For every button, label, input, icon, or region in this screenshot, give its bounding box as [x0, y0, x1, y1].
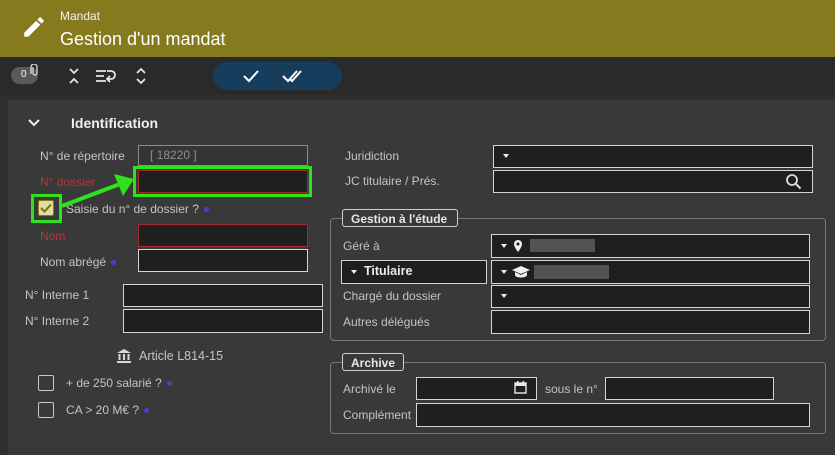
- juridiction-select[interactable]: [493, 145, 813, 168]
- bank-icon: [117, 349, 131, 363]
- article-label: Article L814-15: [139, 349, 224, 363]
- nom-abrege-label: Nom abrégé: [40, 255, 117, 269]
- caret-down-icon: [503, 154, 509, 158]
- nom-input[interactable]: [138, 224, 308, 247]
- paperclip-icon: [30, 64, 38, 76]
- titulaire-select[interactable]: [491, 260, 810, 284]
- archive-date-input[interactable]: [416, 377, 537, 400]
- redo-list-icon[interactable]: [95, 68, 117, 84]
- salaries-label: + de 250 salarié ?: [66, 376, 172, 390]
- app-header: Mandat Gestion d'un mandat: [0, 0, 835, 57]
- attachments-button[interactable]: 0: [11, 64, 38, 84]
- complement-label: Complément: [343, 408, 412, 422]
- archive-number-input[interactable]: [605, 377, 774, 400]
- graduation-cap-icon: [512, 266, 530, 278]
- info-dot-icon[interactable]: [144, 408, 150, 414]
- highlight-box-dossier: [133, 166, 312, 197]
- nom-label: Nom: [40, 229, 66, 243]
- interne1-label: N° Interne 1: [25, 288, 90, 302]
- interne2-input[interactable]: [123, 309, 323, 333]
- jc-search-field[interactable]: [493, 170, 813, 193]
- interne2-label: N° Interne 2: [25, 314, 90, 328]
- redacted-value: [530, 239, 595, 252]
- location-pin-icon: [514, 240, 522, 252]
- caret-down-icon: [351, 270, 357, 274]
- jc-label: JC titulaire / Prés.: [345, 174, 440, 188]
- archive-le-label: Archivé le: [343, 382, 396, 396]
- info-dot-icon[interactable]: [111, 260, 117, 266]
- section-title-identification: Identification: [71, 115, 159, 131]
- redacted-value: [534, 265, 609, 279]
- interne1-input[interactable]: [123, 284, 323, 307]
- sous-le-label: sous le n°: [545, 382, 598, 396]
- toolbar: 0: [0, 57, 835, 95]
- complement-input[interactable]: [416, 403, 810, 427]
- gere-label: Géré à: [343, 239, 380, 253]
- charge-select[interactable]: [491, 285, 810, 308]
- ca-label: CA > 20 M€ ?: [66, 403, 150, 417]
- ca-checkbox[interactable]: [38, 402, 54, 418]
- calendar-icon[interactable]: [514, 381, 527, 394]
- titulaire-type-select[interactable]: Titulaire: [341, 260, 487, 284]
- search-icon[interactable]: [785, 173, 802, 190]
- gestion-legend: Gestion à l'étude: [342, 209, 458, 227]
- chevron-down-icon[interactable]: [27, 117, 41, 129]
- nom-abrege-text: Nom abrégé: [40, 255, 107, 269]
- validate-button-group: [213, 62, 342, 90]
- info-dot-icon[interactable]: [166, 381, 172, 387]
- check-icon[interactable]: [241, 68, 261, 84]
- collapse-icon[interactable]: [66, 67, 82, 85]
- ca-text: CA > 20 M€ ?: [66, 403, 140, 417]
- repertoire-field: [ 18220 ]: [138, 145, 308, 166]
- expand-icon[interactable]: [133, 67, 149, 85]
- titulaire-label: Titulaire: [364, 264, 413, 278]
- attachments-count: 0: [21, 69, 27, 80]
- repertoire-value: [ 18220 ]: [150, 148, 197, 162]
- info-dot-icon[interactable]: [203, 207, 209, 213]
- nom-abrege-input[interactable]: [138, 249, 308, 272]
- archive-legend: Archive: [342, 353, 404, 371]
- page-title: Gestion d'un mandat: [60, 29, 226, 49]
- juridiction-label: Juridiction: [345, 149, 400, 163]
- autres-label: Autres délégués: [343, 315, 430, 329]
- caret-down-icon: [501, 270, 507, 274]
- autres-input[interactable]: [491, 310, 810, 334]
- repertoire-label: N° de répertoire: [40, 149, 125, 163]
- caret-down-icon: [501, 294, 507, 298]
- caret-down-icon: [501, 244, 507, 248]
- arrow-annotation-icon: [61, 174, 134, 208]
- module-name: Mandat: [60, 9, 101, 23]
- double-check-icon[interactable]: [281, 68, 307, 84]
- salaries-text: + de 250 salarié ?: [66, 376, 162, 390]
- pencil-icon[interactable]: [21, 14, 47, 40]
- gere-select[interactable]: [491, 234, 810, 258]
- charge-label: Chargé du dossier: [343, 289, 442, 303]
- salaries-checkbox[interactable]: [38, 375, 54, 391]
